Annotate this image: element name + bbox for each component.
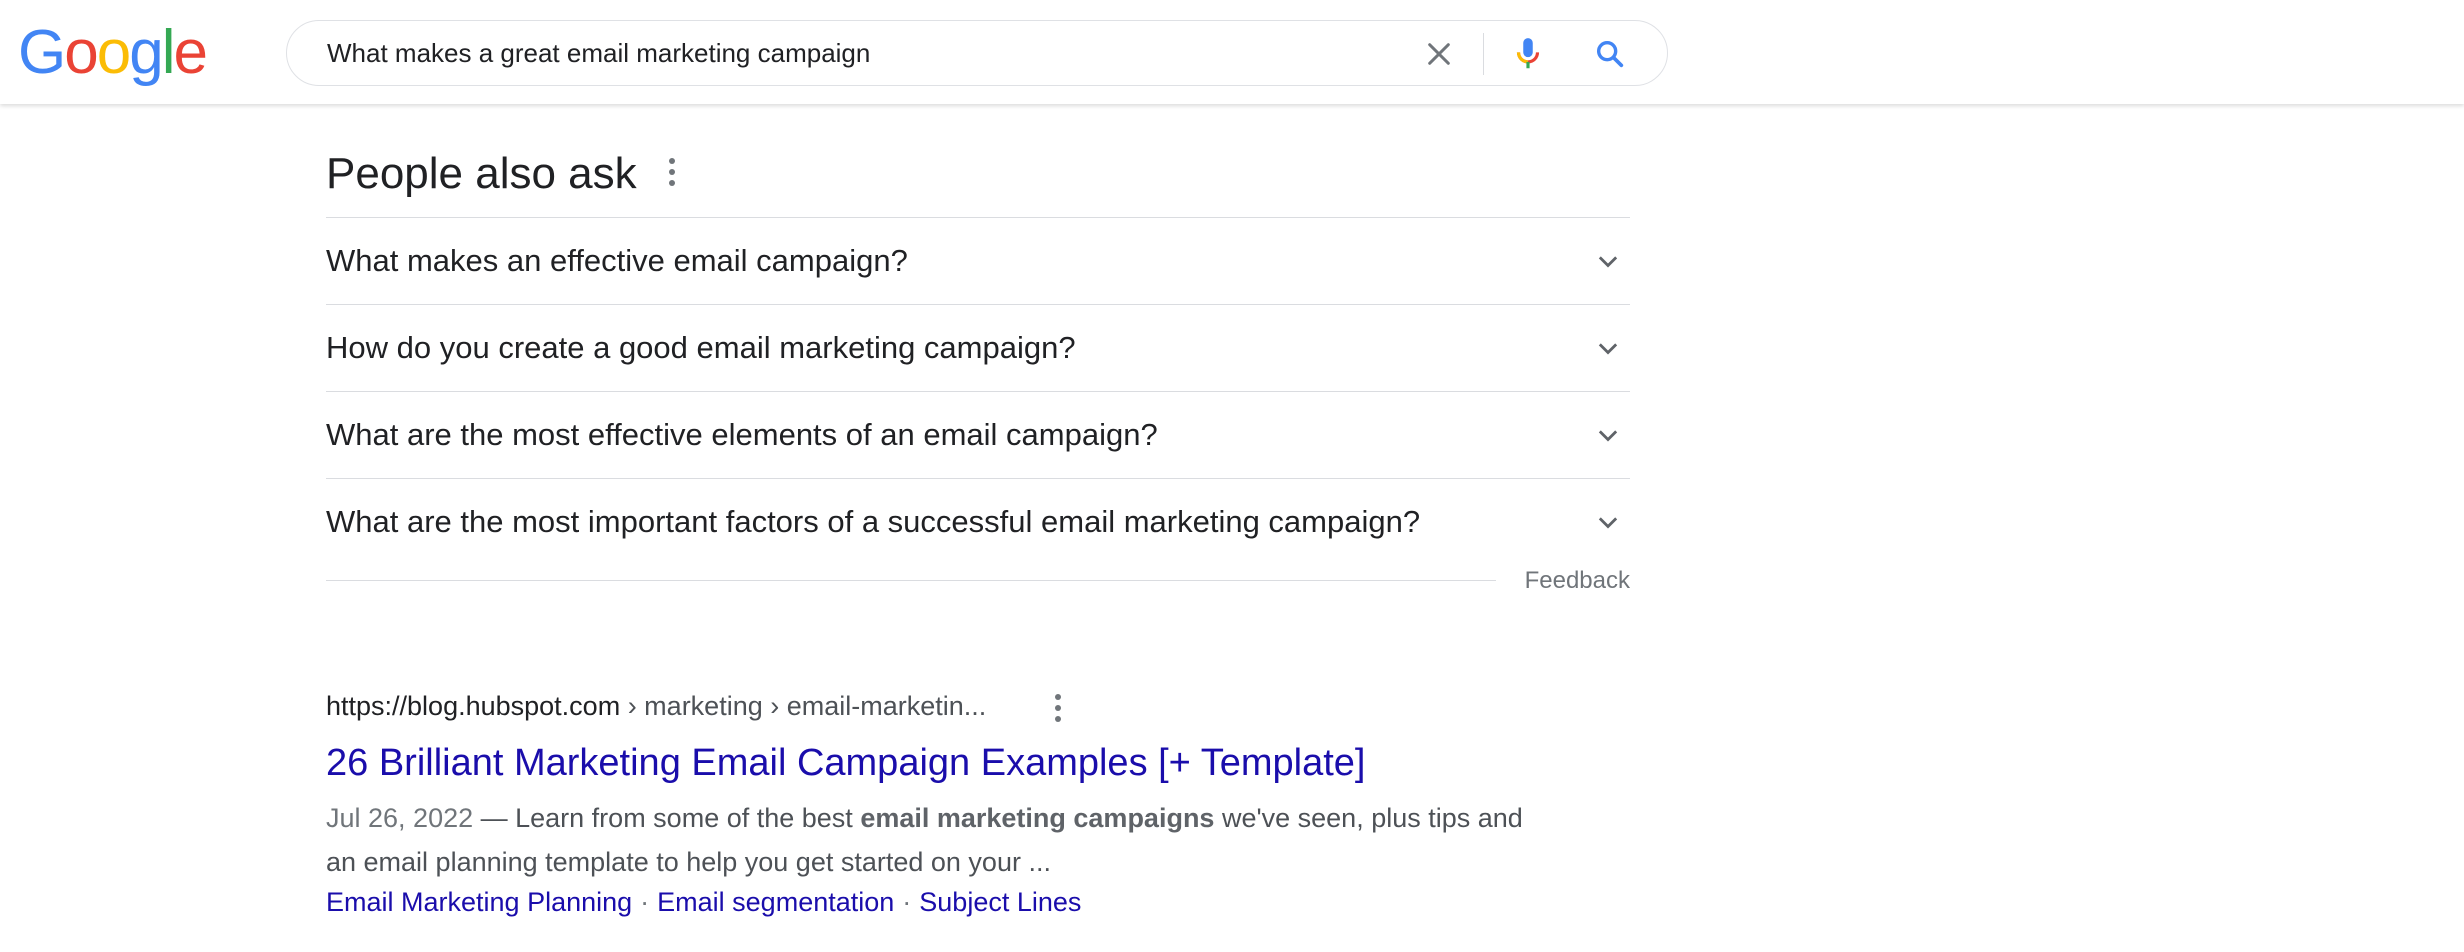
paa-question-text: What makes an effective email campaign?	[326, 243, 908, 278]
paa-question-text: How do you create a good email marketing…	[326, 330, 1076, 365]
result-more-options-icon[interactable]	[1052, 694, 1064, 726]
paa-question-text: What are the most effective elements of …	[326, 417, 1158, 452]
mic-icon[interactable]	[1509, 35, 1547, 73]
result-snippet: Jul 26, 2022 — Learn from some of the be…	[326, 796, 1526, 884]
sitelink-separator: ·	[902, 887, 912, 917]
search-result: https://blog.hubspot.com › marketing › e…	[326, 686, 1630, 917]
top-bar: Google	[0, 0, 2464, 104]
chevron-down-icon	[1598, 430, 1618, 442]
snippet-text: — Learn from some of the best	[473, 803, 861, 833]
search-icon[interactable]	[1593, 37, 1627, 71]
sitelink[interactable]: Email segmentation	[657, 887, 894, 917]
paa-question-text: What are the most important factors of a…	[326, 504, 1421, 539]
logo-letter: o	[64, 18, 99, 87]
chevron-down-icon	[1598, 343, 1618, 355]
sitelinks: Email Marketing Planning · Email segmentat…	[326, 884, 1081, 920]
result-breadcrumb: › marketing › email-marketin...	[620, 691, 987, 721]
logo-letter: l	[161, 18, 176, 87]
result-date: Jul 26, 2022	[326, 803, 474, 833]
more-options-icon[interactable]	[666, 158, 678, 190]
paa-question[interactable]: What makes an effective email campaign?	[326, 218, 1630, 305]
logo-letter: o	[96, 18, 132, 87]
logo-letter: e	[173, 18, 208, 87]
sitelink-separator: ·	[640, 887, 650, 917]
feedback-divider	[326, 580, 1496, 581]
chevron-down-icon	[1598, 256, 1618, 268]
paa-list: What makes an effective email campaign? …	[326, 217, 1630, 565]
logo-letter: g	[129, 18, 164, 87]
sitelink[interactable]: Subject Lines	[919, 887, 1081, 917]
snippet-highlight: email marketing campaigns	[860, 803, 1215, 833]
logo-letter: G	[18, 18, 66, 87]
search-divider	[1483, 33, 1484, 75]
paa-question[interactable]: What are the most effective elements of …	[326, 392, 1630, 479]
paa-question[interactable]: What are the most important factors of a…	[326, 479, 1630, 565]
search-box	[286, 20, 1668, 86]
close-icon[interactable]	[1423, 38, 1455, 70]
result-title-link[interactable]: 26 Brilliant Marketing Email Campaign Ex…	[326, 738, 1366, 788]
search-input[interactable]	[327, 21, 1457, 85]
feedback-link[interactable]: Feedback	[1525, 566, 1630, 596]
paa-title: People also ask	[326, 149, 637, 198]
sitelink[interactable]: Email Marketing Planning	[326, 887, 632, 917]
chevron-down-icon	[1598, 517, 1618, 529]
google-logo[interactable]: Google	[18, 18, 208, 87]
paa-question[interactable]: How do you create a good email marketing…	[326, 305, 1630, 392]
paa-header: People also ask	[326, 144, 675, 204]
result-site-url: https://blog.hubspot.com	[326, 691, 621, 721]
result-url[interactable]: https://blog.hubspot.com › marketing › e…	[326, 686, 1630, 726]
